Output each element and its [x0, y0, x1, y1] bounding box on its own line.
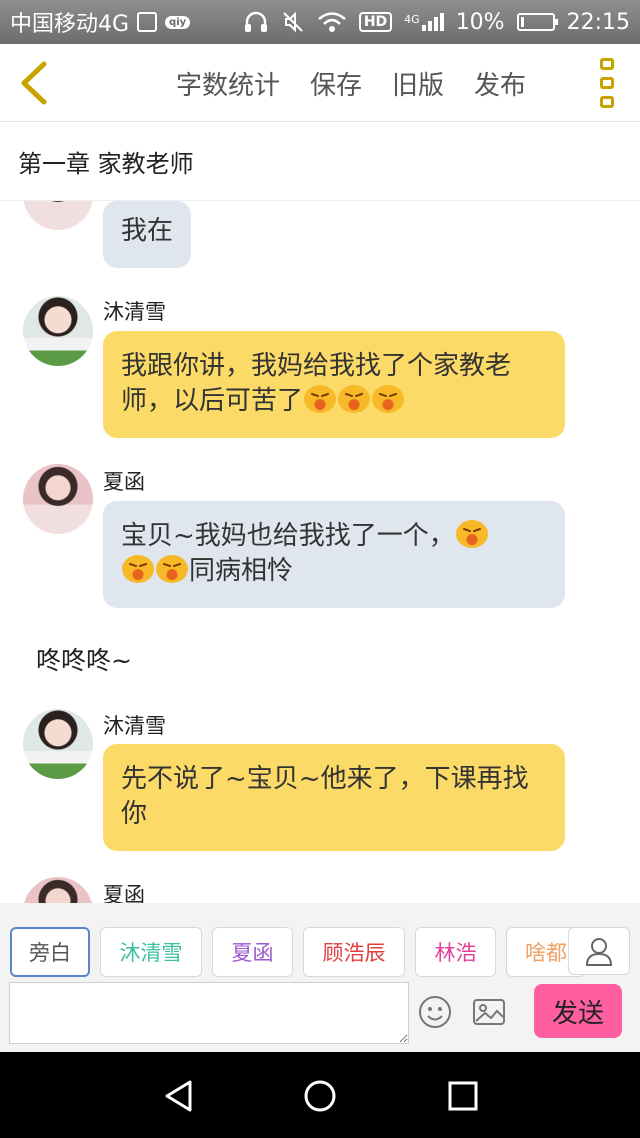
chapter-title[interactable]: 第一章 家教老师 — [0, 123, 640, 201]
mute-icon — [283, 11, 303, 33]
avatar-muqingxue[interactable] — [23, 709, 93, 779]
message-text: 宝贝~我妈也给我找了一个， — [121, 521, 455, 551]
wifi-icon — [318, 12, 346, 32]
crying-emoji-icon — [372, 385, 405, 413]
role-label: 旁白 — [29, 941, 71, 965]
battery-fill — [520, 17, 524, 27]
message-text: 先不说了~宝贝~他来了，下课再找你 — [121, 764, 529, 829]
battery-percent: 10% — [455, 9, 505, 35]
top-toolbar: 字数统计 保存 旧版 发布 — [0, 44, 640, 122]
crying-emoji-icon — [122, 555, 154, 583]
image-icon[interactable] — [472, 995, 506, 1029]
message-text: 同病相怜 — [189, 556, 294, 586]
more-menu-icon[interactable] — [598, 58, 616, 108]
role-chip-guhaochen[interactable]: 顾浩辰 — [303, 927, 405, 977]
nav-home-icon[interactable] — [303, 1079, 337, 1113]
manage-roles-button[interactable] — [568, 927, 630, 975]
avatar-xiahan[interactable] — [23, 877, 93, 903]
message-bubble[interactable]: 我跟你讲，我妈给我找了个家教老师，以后可苦了 — [103, 331, 565, 438]
role-label: 夏函 — [231, 941, 274, 965]
role-chip-narrator[interactable]: 旁白 — [10, 927, 90, 977]
role-selector-bar: 旁白 沐清雪 夏函 顾浩辰 林浩 啥都 — [0, 903, 640, 977]
status-bar: 中国移动4G qiy HD 4G 10% 22:15 — [0, 0, 640, 44]
word-count-button[interactable]: 字数统计 — [176, 65, 280, 102]
old-version-button[interactable]: 旧版 — [392, 65, 444, 102]
speaker-name: 沐清雪 — [103, 714, 166, 738]
role-label: 啥都 — [525, 941, 567, 965]
role-chip-linhao[interactable]: 林浩 — [415, 927, 496, 977]
network-type-label: 4G — [404, 13, 420, 26]
battery-icon — [516, 13, 558, 31]
message-bubble[interactable]: 先不说了~宝贝~他来了，下课再找你 — [103, 744, 565, 851]
narration-text[interactable]: 咚咚咚~ — [36, 641, 132, 677]
message-input[interactable] — [9, 982, 409, 1044]
message-bubble[interactable]: 宝贝~我妈也给我找了一个， 同病相怜 — [103, 501, 565, 608]
message-bubble[interactable]: 我在 — [103, 201, 192, 268]
speaker-name: 夏函 — [103, 883, 145, 903]
avatar-xiahan[interactable] — [23, 464, 93, 534]
emoji-icon[interactable] — [418, 995, 452, 1029]
speaker-name: 沐清雪 — [103, 300, 166, 324]
hd-icon: HD — [358, 12, 393, 32]
send-button[interactable]: 发送 — [534, 984, 622, 1038]
signal-icon: 4G — [404, 13, 444, 31]
headset-icon — [244, 11, 267, 32]
crying-emoji-icon — [455, 520, 488, 548]
publish-button[interactable]: 发布 — [474, 65, 526, 102]
nav-recents-icon[interactable] — [446, 1079, 480, 1113]
role-chip-xiahan[interactable]: 夏函 — [212, 927, 293, 977]
role-label: 顾浩辰 — [322, 941, 386, 965]
save-button[interactable]: 保存 — [310, 65, 362, 102]
app-notification-icon: qiy — [165, 15, 191, 29]
chat-area[interactable]: 我在 沐清雪 我跟你讲，我妈给我找了个家教老师，以后可苦了 夏函 宝贝~我妈也给… — [0, 201, 640, 903]
gallery-notification-icon — [137, 12, 158, 32]
person-icon — [585, 938, 613, 966]
back-arrow-icon[interactable] — [14, 58, 54, 108]
crying-emoji-icon — [156, 555, 188, 583]
crying-emoji-icon — [338, 385, 371, 413]
avatar-xiahan[interactable] — [23, 201, 93, 230]
carrier-label: 中国移动4G — [10, 12, 130, 37]
role-label: 沐清雪 — [119, 941, 183, 965]
message-text: 我在 — [121, 216, 174, 246]
clock: 22:15 — [566, 9, 630, 35]
system-nav-bar — [0, 1052, 640, 1138]
role-label: 林浩 — [434, 941, 477, 965]
input-bar: 发送 — [0, 977, 640, 1052]
avatar-muqingxue[interactable] — [23, 296, 93, 366]
crying-emoji-icon — [304, 385, 337, 413]
speaker-name: 夏函 — [103, 470, 145, 494]
nav-back-icon[interactable] — [162, 1079, 196, 1113]
role-chip-muqingxue[interactable]: 沐清雪 — [100, 927, 202, 977]
